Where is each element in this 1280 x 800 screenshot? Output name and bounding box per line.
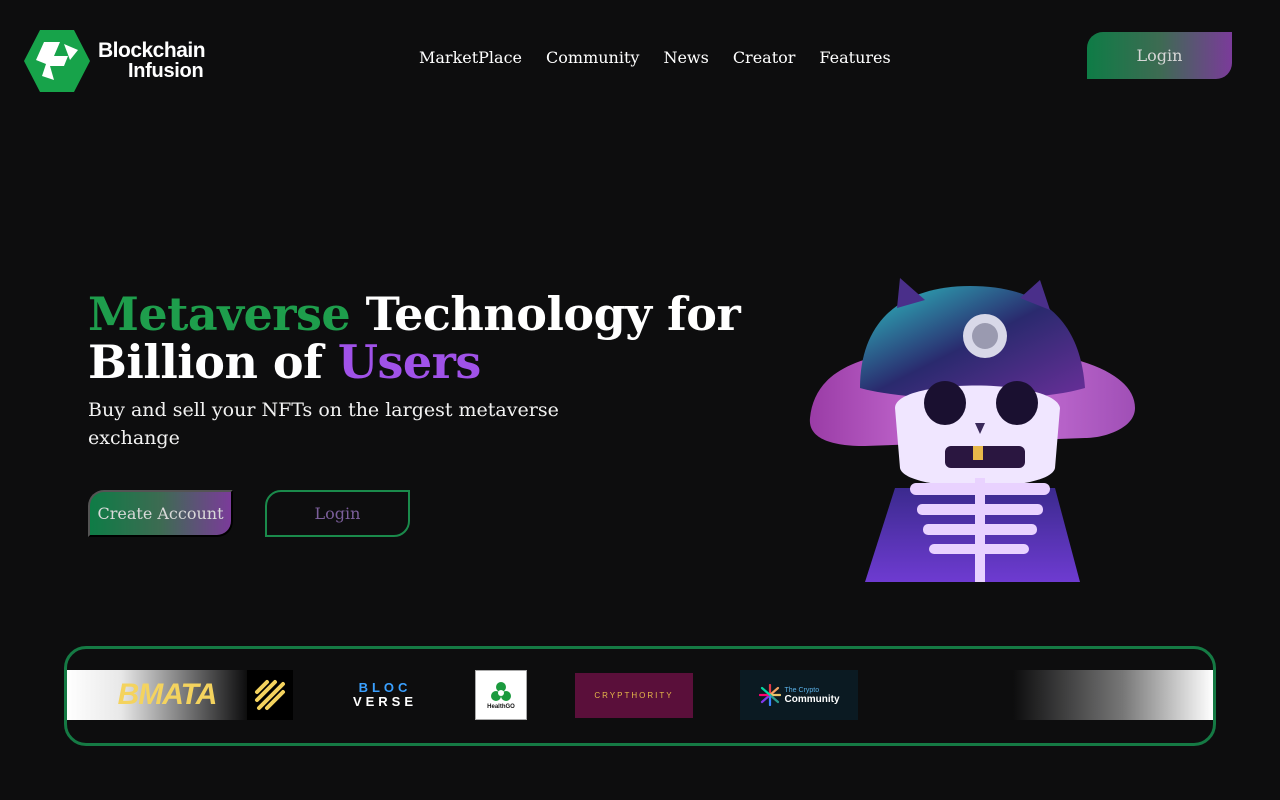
skeleton-cat-hat-icon [809,278,1135,582]
partner-healthgo[interactable]: HealthGO [475,670,527,720]
hero-illustration [805,278,1140,582]
partner-crypthority[interactable]: CRYPTHORITY [575,673,693,718]
header-login-button[interactable]: Login [1087,32,1232,79]
strip-fade-right [1013,670,1213,720]
logo-text: Blockchain Infusion [98,39,206,82]
hero-title-users: Users [337,335,481,389]
healthgo-icon [491,682,511,701]
partner-blocverse-line2: VERSE [352,694,418,709]
partner-crypto-community[interactable]: The Crypto Community [740,670,858,720]
nav-news[interactable]: News [663,47,708,69]
hero-subtitle: Buy and sell your NFTs on the largest me… [88,399,559,449]
diagonal-stripes-icon [255,680,285,710]
main-nav: MarketPlace Community News Creator Featu… [419,47,891,69]
partner-bmata-label: BMATA [117,678,218,711]
nav-creator[interactable]: Creator [733,47,796,69]
brand-logo[interactable]: Blockchain Infusion [24,30,224,92]
partner-bmata[interactable]: BMATA [67,670,267,720]
partner-crypthority-label: CRYPTHORITY [594,691,674,700]
partner-blocverse[interactable]: BLOC VERSE [347,670,423,720]
hero-login-button[interactable]: Login [265,490,410,537]
nav-community[interactable]: Community [546,47,639,69]
nav-marketplace[interactable]: MarketPlace [419,47,522,69]
nav-features[interactable]: Features [819,47,890,69]
partner-healthgo-label: HealthGO [487,704,515,710]
hero-title-metaverse: Metaverse [88,287,351,341]
partner-logos: BMATA BLOC VERSE HealthGO CRYPTHORITY Th… [67,670,1213,722]
partner-crypto-community-text: The Crypto Community [784,686,840,705]
logo-line1: Blockchain [98,39,206,62]
partners-strip: BMATA BLOC VERSE HealthGO CRYPTHORITY Th… [64,646,1216,746]
logo-mark-icon [24,30,90,92]
create-account-button[interactable]: Create Account [88,490,233,537]
partner-stripes-logo[interactable] [247,670,293,720]
hero-title-technology: Technology for [350,287,741,341]
hero-title: Metaverse Technology for Billion of User… [88,290,748,386]
partner-crypto-community-line2: Community [784,694,840,705]
hero-title-billion: Billion of [88,335,338,389]
logo-line2: Infusion [128,60,204,82]
burst-icon [758,684,781,706]
partner-blocverse-line1: BLOC [358,680,412,695]
